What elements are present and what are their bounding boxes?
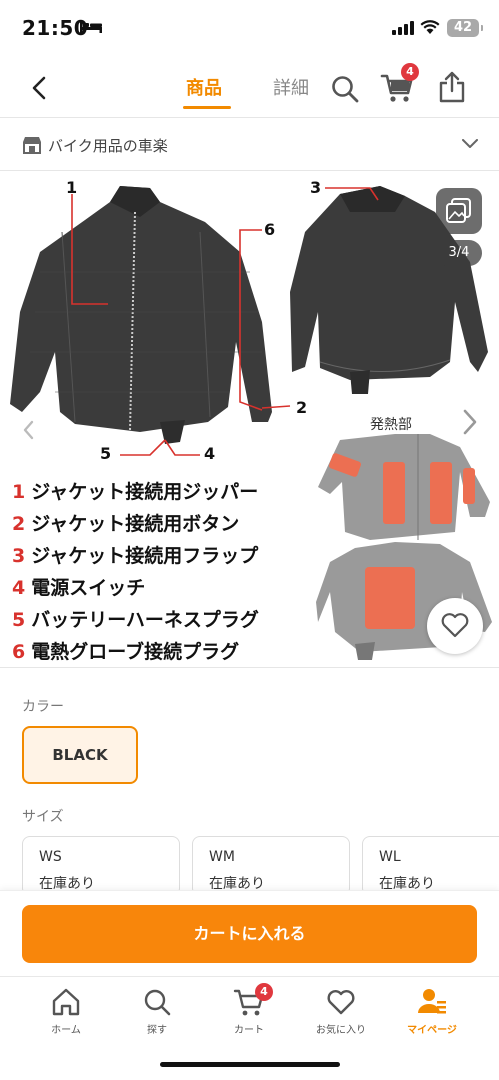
home-icon (52, 988, 80, 1016)
nav-header: 商品 詳細 4 (0, 58, 499, 118)
shop-name: バイク用品の車楽 (48, 137, 168, 155)
legend-item: 1 ジャケット接続用ジッパー (12, 481, 259, 503)
photo-list-button[interactable] (436, 188, 482, 234)
chevron-right-icon[interactable] (462, 408, 478, 436)
tab-label: カート (234, 1025, 264, 1036)
tab-home[interactable]: ホーム (21, 987, 111, 1036)
home-indicator (160, 1062, 340, 1067)
tab-product[interactable]: 商品 (186, 74, 222, 100)
shop-row[interactable]: バイク用品の車楽 (0, 119, 499, 171)
callout-number: 6 (264, 220, 276, 239)
add-to-cart-button[interactable]: カートに入れる (22, 905, 477, 963)
legend-item: 6 電熱グローブ接続プラグ (12, 641, 240, 663)
jacket-front-illustration (10, 186, 272, 444)
heat-zone-label: 発熱部 (370, 417, 412, 433)
heart-icon (441, 613, 469, 638)
size-section-label: サイズ (22, 809, 64, 825)
legend-item: 4 電源スイッチ (12, 577, 146, 599)
gallery-icon (446, 198, 471, 223)
tab-label: お気に入り (316, 1025, 366, 1036)
favorite-button[interactable] (427, 598, 483, 654)
legend-item: 5 バッテリーハーネスプラグ (12, 609, 259, 631)
callout-number: 3 (310, 178, 322, 197)
back-icon[interactable] (28, 74, 52, 102)
size-option[interactable]: WS 在庫あり (22, 836, 180, 896)
heat-zone-diagram-front (318, 434, 490, 540)
legend-item: 3 ジャケット接続用フラップ (12, 545, 259, 567)
color-section-label: カラー (22, 699, 64, 715)
search-icon[interactable] (330, 74, 360, 104)
color-option-selected[interactable]: BLACK (22, 726, 138, 784)
wifi-icon (420, 20, 440, 34)
tab-label: ホーム (51, 1025, 81, 1036)
feature-legend: 1 ジャケット接続用ジッパー 2 ジャケット接続用ボタン 3 ジャケット接続用フラップ… (12, 476, 259, 667)
heart-icon (327, 990, 355, 1015)
tab-mypage[interactable]: マイページ (387, 987, 477, 1036)
tab-detail[interactable]: 詳細 (273, 74, 309, 100)
size-option[interactable]: WM 在庫あり (192, 836, 350, 896)
callout-number: 5 (100, 444, 112, 463)
legend-item: 2 ジャケット接続用ボタン (12, 513, 240, 535)
cart-count-badge: 4 (255, 983, 273, 1001)
callout-number: 2 (296, 398, 308, 417)
tab-label: マイページ (407, 1025, 457, 1036)
status-time: 21:50 (22, 16, 89, 40)
tab-cart[interactable]: 4 カート (204, 983, 294, 1036)
callout-number: 1 (66, 178, 78, 197)
chevron-left-icon[interactable] (22, 420, 34, 440)
status-bar: 21:50 42 (0, 0, 499, 58)
action-bar: カートに入れる (0, 890, 499, 976)
user-icon (418, 989, 446, 1014)
bed-icon (80, 21, 102, 33)
share-icon[interactable] (438, 71, 466, 103)
tab-label: 探す (147, 1025, 167, 1036)
size-option[interactable]: WL 在庫あり (362, 836, 499, 896)
search-icon (144, 989, 171, 1016)
battery-icon: 42 (447, 19, 483, 37)
store-icon (23, 137, 41, 154)
size-name: WS (39, 849, 62, 865)
cart-count-badge: 4 (401, 63, 419, 81)
active-tab-indicator (183, 106, 231, 109)
signal-icon (392, 21, 414, 35)
chevron-down-icon[interactable] (462, 139, 478, 149)
size-name: WM (209, 849, 235, 865)
tab-search[interactable]: 探す (112, 987, 202, 1036)
callout-number: 4 (204, 444, 216, 463)
image-counter: 3/4 (436, 240, 482, 266)
tab-favorites[interactable]: お気に入り (296, 987, 386, 1036)
size-name: WL (379, 849, 401, 865)
product-image-gallery[interactable]: 1 2 3 4 5 6 発熱部 1 ジャケット接続用ジッパー 2 ジャケット接続用ボ… (0, 172, 499, 668)
